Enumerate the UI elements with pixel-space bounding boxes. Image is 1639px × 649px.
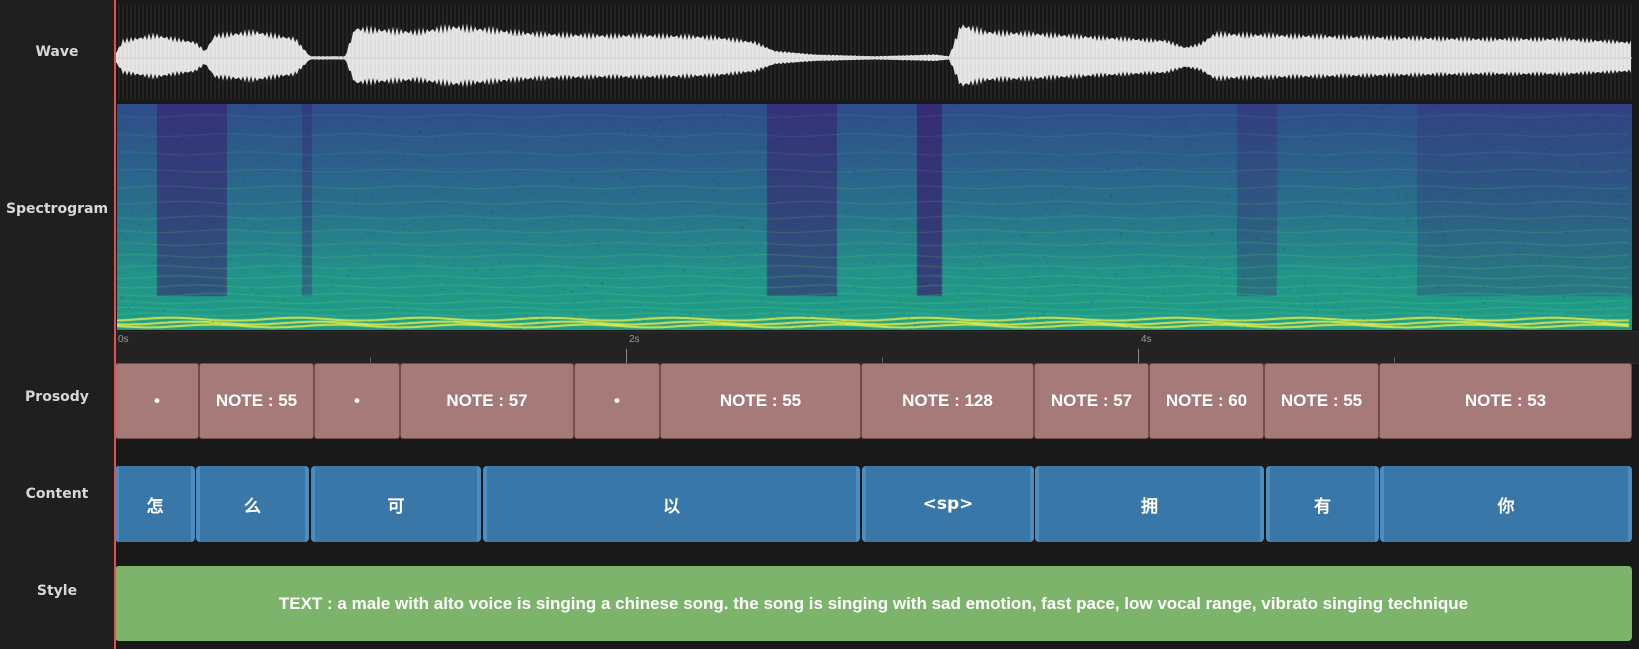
content-segment[interactable]: 以 [483, 466, 860, 542]
prosody-segment[interactable]: NOTE : 55 [660, 363, 861, 439]
row-label-style: Style [0, 583, 114, 599]
row-label-content: Content [0, 486, 114, 502]
prosody-segment[interactable]: NOTE : 128 [861, 363, 1034, 439]
prosody-track: • NOTE : 55 • NOTE : 57 • NOTE : 55 NOTE… [115, 363, 1632, 439]
content-segment[interactable]: 可 [311, 466, 481, 542]
waveform-shape [115, 23, 1631, 87]
prosody-segment[interactable]: • [314, 363, 400, 439]
content-segment[interactable]: 你 [1380, 466, 1632, 542]
style-segment[interactable]: TEXT : a male with alto voice is singing… [115, 566, 1632, 641]
track-label-column: Wave Spectrogram Prosody Content Style [0, 0, 114, 649]
prosody-segment[interactable]: NOTE : 57 [400, 363, 574, 439]
content-track: 怎 么 可 以 <sp> 拥 有 你 [115, 466, 1632, 542]
prosody-segment[interactable]: NOTE : 55 [199, 363, 314, 439]
waveform [115, 4, 1632, 100]
content-segment[interactable]: <sp> [862, 466, 1034, 542]
prosody-segment[interactable]: • [115, 363, 199, 439]
prosody-segment[interactable]: NOTE : 57 [1034, 363, 1149, 439]
tick-major [1138, 349, 1139, 363]
tick-major [626, 349, 627, 363]
waveform-track[interactable] [115, 4, 1632, 100]
content-segment[interactable]: 怎 [115, 466, 195, 542]
row-label-wave: Wave [0, 44, 114, 60]
tick-label-0s: 0s [118, 334, 129, 345]
spectrogram-image [117, 104, 1632, 330]
spectrogram-track[interactable] [117, 104, 1632, 330]
playhead[interactable] [114, 0, 116, 649]
prosody-segment[interactable]: • [574, 363, 660, 439]
tick-label-4s: 4s [1141, 334, 1152, 345]
prosody-segment[interactable]: NOTE : 60 [1149, 363, 1264, 439]
row-label-prosody: Prosody [0, 389, 114, 405]
tick-label-2s: 2s [629, 334, 640, 345]
time-ruler[interactable]: 0s 2s 4s [115, 331, 1639, 364]
prosody-segment[interactable]: NOTE : 55 [1264, 363, 1379, 439]
row-label-spectrogram: Spectrogram [0, 201, 114, 217]
content-segment[interactable]: 有 [1266, 466, 1379, 542]
prosody-segment[interactable]: NOTE : 53 [1379, 363, 1632, 439]
content-segment[interactable]: 么 [196, 466, 309, 542]
content-segment[interactable]: 拥 [1035, 466, 1264, 542]
